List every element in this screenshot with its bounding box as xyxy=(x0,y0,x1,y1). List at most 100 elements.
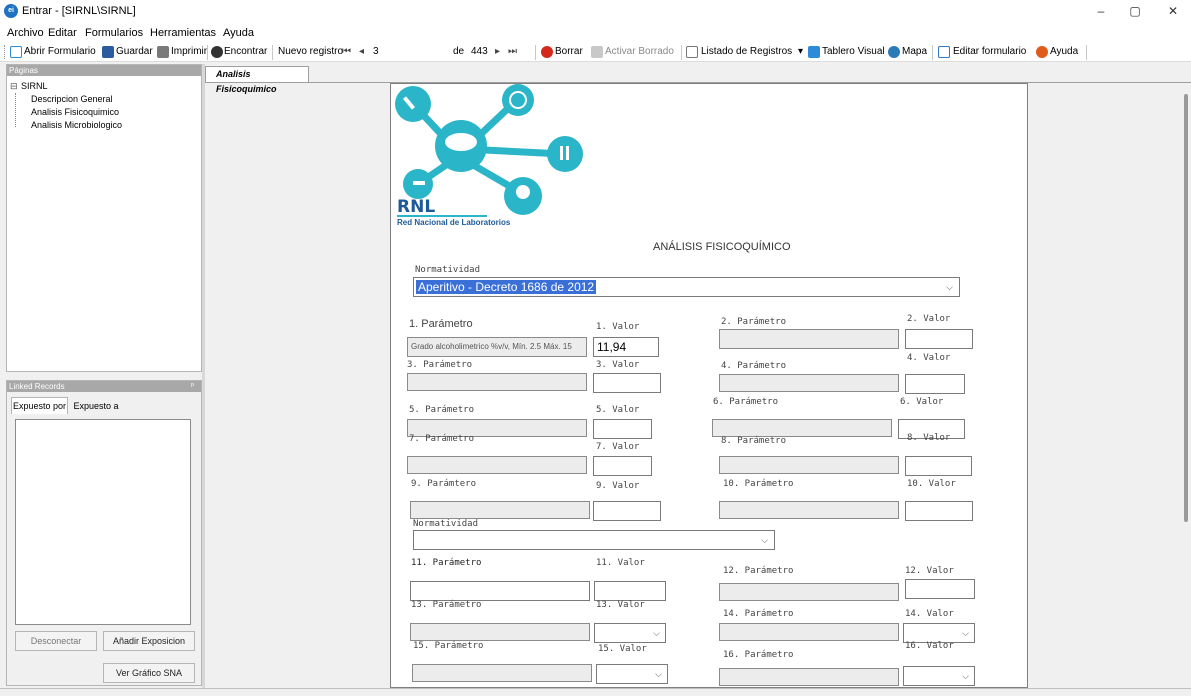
param-4-field[interactable] xyxy=(719,374,899,392)
menu-editar[interactable]: Editar xyxy=(48,27,77,39)
scrollbar-thumb[interactable] xyxy=(1184,94,1188,522)
sna-graph-button[interactable]: Ver Gráfico SNA xyxy=(103,663,195,683)
undelete-button[interactable]: Activar Borrado xyxy=(605,46,674,57)
value-5-label: 5. Valor xyxy=(596,405,640,415)
param-12-field[interactable] xyxy=(719,583,899,601)
tree-item-descripcion[interactable]: Descripcion General xyxy=(31,94,113,104)
tree-item-microbiologico[interactable]: Analisis Microbiologico xyxy=(31,120,122,130)
param-11-input[interactable] xyxy=(410,581,590,601)
value-13-label: 13. Valor xyxy=(596,600,645,610)
value-1-input[interactable]: 11,94 xyxy=(593,337,659,357)
value-4-input[interactable] xyxy=(905,374,965,394)
title-bar: ei Entrar - [SIRNL\SIRNL] – ▢ ✕ xyxy=(0,0,1191,22)
app-icon: ei xyxy=(4,4,18,18)
param-11-label: 11. Parámetro xyxy=(411,558,482,568)
param-7-field[interactable] xyxy=(407,456,587,474)
find-button[interactable]: Encontrar xyxy=(224,46,267,57)
tab-analisis-fisicoquimico[interactable]: Analisis Fisicoquimico xyxy=(205,66,309,94)
value-7-input[interactable] xyxy=(593,456,652,476)
pages-panel-header: Páginas xyxy=(7,65,201,76)
edit-form-icon xyxy=(938,46,950,58)
normatividad-2-label: Normatividad xyxy=(413,519,479,529)
first-record-icon[interactable]: ⏮ xyxy=(342,46,351,57)
param-16-label: 16. Parámetro xyxy=(723,650,794,660)
value-5-input[interactable] xyxy=(593,419,652,439)
collapse-icon[interactable]: ⊟ xyxy=(10,81,18,92)
menu-formularios[interactable]: Formularios xyxy=(85,27,143,39)
toolbar-separator xyxy=(932,45,933,60)
value-14-select[interactable]: ⌵ xyxy=(903,623,975,643)
value-13-select[interactable]: ⌵ xyxy=(594,623,666,643)
menu-herramientas[interactable]: Herramientas xyxy=(150,27,216,39)
param-1-field[interactable]: Grado alcoholimetrico %v/v, Mín. 2.5 Máx… xyxy=(407,337,587,357)
linked-records-list[interactable] xyxy=(15,419,191,625)
print-button[interactable]: Imprimir xyxy=(171,46,207,57)
prev-record-icon[interactable]: ◂ xyxy=(359,46,364,57)
status-bar xyxy=(0,688,1191,696)
value-15-select[interactable]: ⌵ xyxy=(596,664,668,684)
chevron-down-icon: ⌵ xyxy=(962,671,969,681)
value-8-input[interactable] xyxy=(905,456,972,476)
value-16-select[interactable]: ⌵ xyxy=(903,666,975,686)
tree-line xyxy=(15,93,16,127)
param-7-label: 7. Parámetro xyxy=(409,434,475,444)
param-10-field[interactable] xyxy=(719,501,899,519)
pin-icon[interactable]: ᵖ xyxy=(191,381,194,390)
map-icon xyxy=(888,46,900,58)
logo-name: Red Nacional de Laboratorios xyxy=(397,218,511,226)
value-9-input[interactable] xyxy=(593,501,661,521)
param-8-field[interactable] xyxy=(719,456,899,474)
dashboard-button[interactable]: Tablero Visual xyxy=(822,46,885,57)
param-3-field[interactable] xyxy=(407,373,587,391)
restore-button[interactable]: ▢ xyxy=(1120,2,1150,20)
value-11-input[interactable] xyxy=(594,581,666,601)
value-15-label: 15. Valor xyxy=(598,644,647,654)
param-9-field[interactable] xyxy=(410,501,590,519)
tree-root[interactable]: SIRNL xyxy=(21,81,48,91)
form-title: ANÁLISIS FISICOQUÍMICO xyxy=(653,241,791,253)
param-3-label: 3. Parámetro xyxy=(407,360,473,370)
param-15-field[interactable] xyxy=(412,664,592,682)
linked-records-panel: Linked Records ᵖ Expuesto por Expuesto a… xyxy=(6,380,202,686)
record-list-dropdown-icon[interactable]: ▾ xyxy=(798,46,803,57)
value-2-input[interactable] xyxy=(905,329,973,349)
edit-form-button[interactable]: Editar formulario xyxy=(953,46,1026,57)
normatividad-select[interactable]: Aperitivo - Decreto 1686 de 2012 ⌵ xyxy=(413,277,960,297)
next-record-icon[interactable]: ▸ xyxy=(495,46,500,57)
help-button[interactable]: Ayuda xyxy=(1050,46,1078,57)
toolbar-separator xyxy=(207,45,208,60)
last-record-icon[interactable]: ⏭ xyxy=(508,46,517,57)
param-6-field[interactable] xyxy=(712,419,892,437)
open-form-button[interactable]: Abrir Formulario xyxy=(24,46,96,57)
map-button[interactable]: Mapa xyxy=(902,46,927,57)
param-2-label: 2. Parámetro xyxy=(721,317,787,327)
tab-expuesto-por[interactable]: Expuesto por xyxy=(11,397,68,414)
linked-records-header: Linked Records xyxy=(7,381,201,392)
new-record-button[interactable]: Nuevo registro xyxy=(278,46,343,57)
normatividad-2-select[interactable]: ⌵ xyxy=(413,530,775,550)
minimize-button[interactable]: – xyxy=(1086,2,1116,20)
toolbar: Abrir Formulario Guardar Imprimir Encont… xyxy=(0,42,1191,62)
close-button[interactable]: ✕ xyxy=(1158,2,1188,20)
value-11-label: 11. Valor xyxy=(596,558,645,568)
value-3-label: 3. Valor xyxy=(596,360,640,370)
param-2-field[interactable] xyxy=(719,329,899,349)
save-button[interactable]: Guardar xyxy=(116,46,153,57)
menu-archivo[interactable]: Archivo xyxy=(7,27,44,39)
menu-ayuda[interactable]: Ayuda xyxy=(223,27,254,39)
disconnect-button[interactable]: Desconectar xyxy=(15,631,97,651)
record-list-button[interactable]: Listado de Registros xyxy=(701,46,792,57)
value-12-input[interactable] xyxy=(905,579,975,599)
record-number-field[interactable]: 3 xyxy=(373,46,379,57)
tab-expuesto-a[interactable]: Expuesto a xyxy=(69,398,123,414)
open-form-icon xyxy=(10,46,22,58)
value-10-input[interactable] xyxy=(905,501,973,521)
add-exposure-button[interactable]: Añadir Exposicion xyxy=(103,631,195,651)
delete-button[interactable]: Borrar xyxy=(555,46,583,57)
param-14-field[interactable] xyxy=(719,623,899,641)
param-16-field[interactable] xyxy=(719,668,899,686)
param-13-field[interactable] xyxy=(410,623,590,641)
param-1-label: 1. Parámetro xyxy=(409,318,473,330)
value-3-input[interactable] xyxy=(593,373,661,393)
tree-item-fisicoquimico[interactable]: Analisis Fisicoquimico xyxy=(31,107,119,117)
